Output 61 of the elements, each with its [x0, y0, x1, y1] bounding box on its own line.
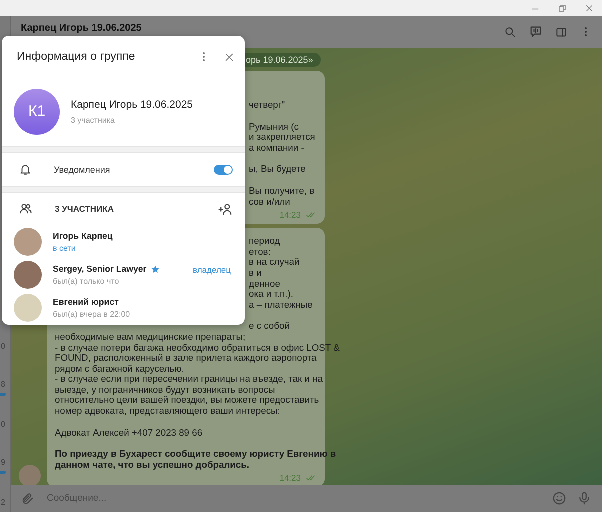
message-line: четверг": [249, 100, 286, 111]
member-item[interactable]: Sergey, Senior Lawyer был(а) только что владелец: [2, 258, 245, 292]
message-time: 14:23: [280, 473, 301, 484]
owner-label: владелец: [193, 264, 231, 275]
microphone-icon[interactable]: [577, 491, 592, 506]
message-line: етов:: [249, 246, 271, 258]
member-status: в сети: [53, 244, 77, 254]
paperclip-icon[interactable]: [21, 492, 35, 506]
restore-icon[interactable]: [558, 4, 567, 12]
emoji-icon[interactable]: [552, 491, 567, 506]
member-name: Sergey, Senior Lawyer: [53, 264, 147, 274]
bell-icon[interactable]: [19, 163, 32, 176]
group-avatar: К1: [14, 88, 60, 135]
message-line: и закрепляется: [249, 132, 316, 143]
message-line: Вы получите, в: [249, 186, 315, 197]
message-line: выезде, у пограничников будут возникать вопросы: [55, 384, 276, 396]
notifications-label: Уведомления: [54, 164, 112, 175]
message-line: денное: [249, 278, 280, 290]
message-line: номер адвоката, представляющего ваши интересы:: [55, 406, 280, 417]
message-line: в на случай: [249, 257, 300, 268]
close-icon[interactable]: [585, 4, 594, 12]
member-name: Игорь Карпец: [53, 231, 113, 242]
chat-bubble-icon[interactable]: [529, 25, 543, 39]
member-count: 3 участника: [71, 116, 116, 125]
chat-title: Карпец Игорь 19.06.2025: [21, 22, 143, 34]
message-line: ы, Вы будете: [249, 164, 306, 175]
message-line: - в случае потери багажа необходимо обратиться в офис LOST &: [55, 342, 340, 354]
member-status: был(а) вчера в 22:00: [53, 310, 132, 320]
notifications-toggle[interactable]: [214, 164, 233, 175]
search-icon[interactable]: [504, 26, 517, 38]
group-name: Карпец Игорь 19.06.2025: [71, 98, 194, 111]
message-line: сов и/или: [249, 196, 290, 208]
add-user-icon[interactable]: [218, 202, 233, 217]
message-line: ока и т.п.).: [249, 289, 294, 300]
message-line: рядом с багажной каруселью.: [55, 364, 184, 374]
message-line: относительно цели вашей поездки, вы можете предоставить: [55, 395, 320, 406]
member-name: Евгений юрист: [53, 297, 119, 308]
dialog-title: Информация о группе: [17, 51, 136, 64]
message-line: необходимые вам медицинские препараты;: [55, 332, 246, 342]
member-item[interactable]: Игорь Карпец в сети: [2, 226, 245, 259]
message-line: период: [249, 236, 280, 247]
message-line: данном чате, что вы успешно добрались.: [55, 460, 250, 470]
member-status: был(а) только что: [53, 277, 120, 286]
message-line: FOUND, расположенный в зале прилета каждого аэропорта: [55, 353, 317, 364]
member-avatar: [14, 228, 42, 256]
member-avatar: [14, 261, 42, 290]
member-avatar: [14, 294, 42, 322]
member-item[interactable]: Евгений юрист был(а) вчера в 22:00: [2, 292, 245, 325]
message-line: а компании -: [249, 142, 304, 154]
message-time: 14:23: [280, 210, 301, 220]
close-icon[interactable]: [224, 52, 235, 63]
message-line: а – платежные: [249, 300, 313, 310]
message-line: Адвокат Алексей +407 2023 89 66: [55, 428, 203, 438]
message-line: - в случае если при пересечении границы на въезде, так и на: [55, 374, 323, 385]
message-line: е с собой: [249, 321, 290, 332]
message-line: По приезду в Бухарест сообщите своему юристу Евгению в: [55, 449, 336, 460]
people-icon[interactable]: [19, 202, 33, 216]
message-line: Румыния (с: [249, 122, 299, 132]
members-header: 3 УЧАСТНИКА: [55, 204, 115, 214]
sidebar-icon[interactable]: [555, 26, 568, 38]
message-line: в и: [249, 268, 262, 279]
